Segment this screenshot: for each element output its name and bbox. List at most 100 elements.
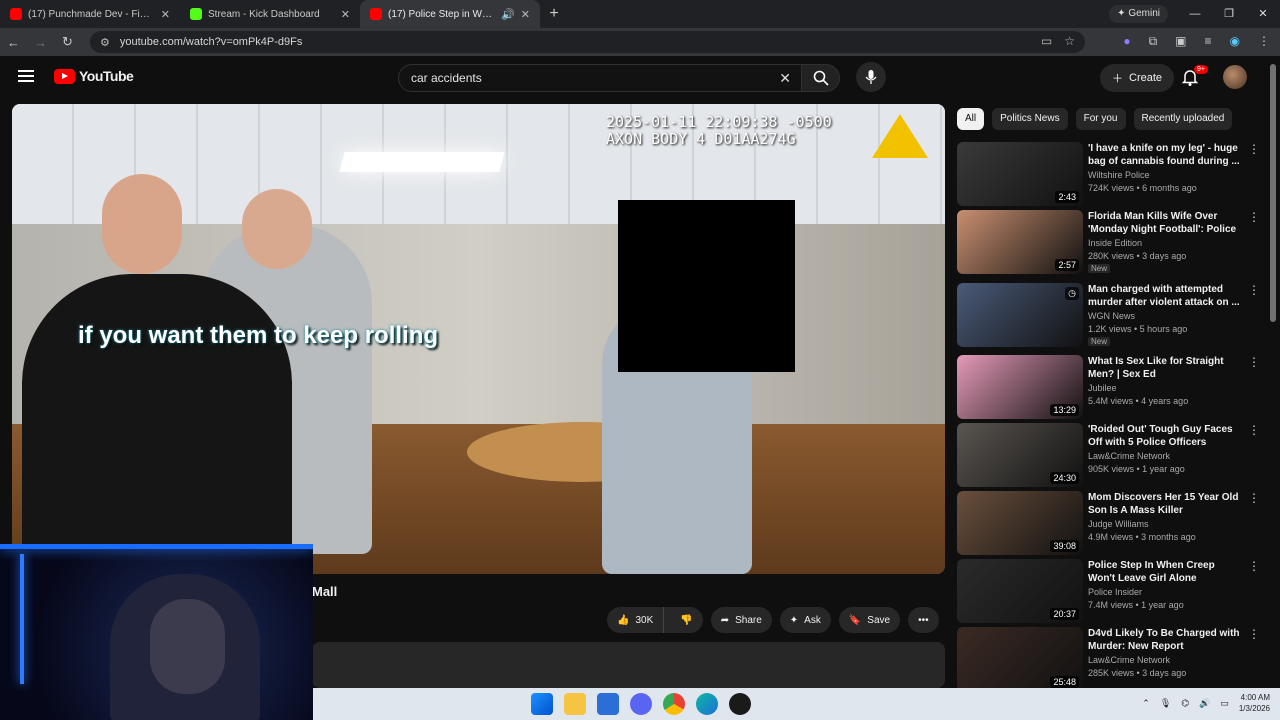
more-options-icon[interactable]: ⋮ <box>1248 142 1260 156</box>
close-tab-icon[interactable]: ✕ <box>341 8 350 21</box>
extension-icon[interactable]: ● <box>1123 34 1130 49</box>
like-button[interactable]: 👍 30K <box>607 607 665 633</box>
recommendation-item[interactable]: 39:08 Mom Discovers Her 15 Year Old Son I… <box>957 491 1262 555</box>
channel-name[interactable]: Law&Crime Network <box>1088 655 1170 665</box>
site-info-icon[interactable]: ⚙ <box>100 36 110 49</box>
recommendation-item[interactable]: 13:29 What Is Sex Like for Straight Men? … <box>957 355 1262 419</box>
channel-name[interactable]: Judge Williams <box>1088 519 1149 529</box>
discord-icon[interactable] <box>630 693 652 715</box>
address-bar[interactable]: ⚙ youtube.com/watch?v=omPk4P-d9Fs ▭ ☆ <box>90 31 1085 53</box>
video-thumbnail[interactable]: 25:48 <box>957 627 1083 691</box>
chip-for-you[interactable]: For you <box>1075 108 1126 130</box>
close-tab-icon[interactable]: ✕ <box>161 8 170 21</box>
clock[interactable]: 4:00 AM 1/3/2026 <box>1239 692 1270 714</box>
wifi-icon[interactable]: ⌬ <box>1181 698 1189 709</box>
close-tab-icon[interactable]: ✕ <box>521 8 530 21</box>
recommendation-title[interactable]: Police Step In When Creep Won't Leave Gi… <box>1088 559 1244 585</box>
recommendation-item[interactable]: 2:57 Florida Man Kills Wife Over 'Monday … <box>957 210 1262 274</box>
more-options-icon[interactable]: ⋮ <box>1248 627 1260 641</box>
account-avatar[interactable] <box>1223 65 1247 89</box>
browser-tab-kick[interactable]: Stream - Kick Dashboard ✕ <box>180 0 360 28</box>
ask-button[interactable]: ✦ Ask <box>779 607 831 633</box>
video-thumbnail[interactable]: 20:37 <box>957 559 1083 623</box>
browser-tab-police[interactable]: (17) Police Step in When Cr 🔊 ✕ <box>360 0 540 28</box>
youtube-logo[interactable]: YouTube <box>54 68 134 84</box>
puzzle-icon[interactable]: ⧉ <box>1149 34 1158 49</box>
cast-icon[interactable]: ▭ <box>1041 34 1052 48</box>
dislike-button[interactable]: 👎 <box>670 607 702 633</box>
watch-later-icon[interactable]: ◷ <box>1065 287 1079 300</box>
sidepanel-icon[interactable]: ▣ <box>1175 34 1186 49</box>
recommendation-item[interactable]: ◷ Man charged with attempted murder after… <box>957 283 1262 347</box>
file-explorer-icon[interactable] <box>564 693 586 715</box>
chip-politics-news[interactable]: Politics News <box>992 108 1068 130</box>
recommendation-title[interactable]: Florida Man Kills Wife Over 'Monday Nigh… <box>1088 210 1244 236</box>
more-options-icon[interactable]: ⋮ <box>1248 355 1260 369</box>
close-window-icon[interactable]: ✕ <box>1246 0 1280 28</box>
channel-name[interactable]: Law&Crime Network <box>1088 451 1170 461</box>
channel-name[interactable]: Jubilee <box>1088 383 1117 393</box>
recommendation-item[interactable]: 20:37 Police Step In When Creep Won't Lea… <box>957 559 1262 623</box>
more-options-icon[interactable]: ⋮ <box>1248 559 1260 573</box>
recommendation-title[interactable]: D4vd Likely To Be Charged with Murder: N… <box>1088 627 1244 653</box>
browser-tab-punchmade[interactable]: (17) Punchmade Dev - Financia ✕ <box>0 0 180 28</box>
video-thumbnail[interactable]: 39:08 <box>957 491 1083 555</box>
recommendation-title[interactable]: Man charged with attempted murder after … <box>1088 283 1244 309</box>
recommendation-title[interactable]: What Is Sex Like for Straight Men? | Sex… <box>1088 355 1244 381</box>
more-options-icon[interactable]: ⋮ <box>1248 423 1260 437</box>
video-thumbnail[interactable]: ◷ <box>957 283 1083 347</box>
hamburger-menu-icon[interactable] <box>18 70 34 82</box>
chip-all[interactable]: All <box>957 108 985 130</box>
video-player[interactable]: 2025-01-11 22:09:38 -0500 AXON BODY 4 D0… <box>12 104 945 574</box>
minimize-icon[interactable]: — <box>1178 0 1212 28</box>
start-icon[interactable] <box>531 693 553 715</box>
microphone-tray-icon[interactable]: 🎙 <box>1160 698 1171 709</box>
scrollbar[interactable] <box>1270 64 1276 322</box>
back-icon[interactable]: ← <box>0 35 27 50</box>
more-options-icon[interactable]: ⋮ <box>1248 491 1260 505</box>
more-actions-button[interactable]: ••• <box>908 607 939 633</box>
create-button[interactable]: ＋ Create <box>1100 64 1175 92</box>
channel-name[interactable]: Inside Edition <box>1088 238 1142 248</box>
profile-icon[interactable]: ◉ <box>1230 34 1240 49</box>
video-thumbnail[interactable]: 2:57 <box>957 210 1083 274</box>
channel-name[interactable]: Police Insider <box>1088 587 1142 597</box>
new-tab-button[interactable]: + <box>540 5 568 23</box>
recommendation-title[interactable]: 'I have a knife on my leg' - huge bag of… <box>1088 142 1244 168</box>
video-thumbnail[interactable]: 13:29 <box>957 355 1083 419</box>
voice-search-button[interactable] <box>856 62 886 92</box>
media-icon[interactable]: ≡ <box>1205 34 1212 49</box>
volume-icon[interactable]: 🔊 <box>1199 698 1210 709</box>
forward-icon[interactable]: → <box>27 35 54 50</box>
restore-icon[interactable]: ❐ <box>1212 0 1246 28</box>
search-button[interactable] <box>802 64 840 92</box>
chip-recently-uploaded[interactable]: Recently uploaded <box>1133 108 1233 130</box>
video-thumbnail[interactable]: 24:30 <box>957 423 1083 487</box>
gemini-button[interactable]: ✦ Gemini <box>1109 5 1168 23</box>
chrome-icon[interactable] <box>663 693 685 715</box>
chevron-up-icon[interactable]: ⌃ <box>1142 698 1150 709</box>
battery-icon[interactable]: ▭ <box>1220 698 1229 709</box>
save-button[interactable]: 🔖 Save <box>838 607 901 633</box>
edge-icon[interactable] <box>696 693 718 715</box>
share-button[interactable]: ➦ Share <box>710 607 772 633</box>
video-thumbnail[interactable]: 2:43 <box>957 142 1083 206</box>
recommendation-title[interactable]: 'Roided Out' Tough Guy Faces Off with 5 … <box>1088 423 1244 449</box>
reload-icon[interactable]: ↻ <box>54 34 81 50</box>
store-icon[interactable] <box>597 693 619 715</box>
menu-icon[interactable]: ⋮ <box>1258 34 1270 49</box>
bookmark-star-icon[interactable]: ☆ <box>1064 34 1075 48</box>
description-box[interactable] <box>312 642 945 688</box>
channel-name[interactable]: WGN News <box>1088 311 1135 321</box>
recommendation-title[interactable]: Mom Discovers Her 15 Year Old Son Is A M… <box>1088 491 1244 517</box>
more-options-icon[interactable]: ⋮ <box>1248 283 1260 297</box>
more-options-icon[interactable]: ⋮ <box>1248 210 1260 224</box>
app-icon[interactable] <box>729 693 751 715</box>
recommendation-item[interactable]: 25:48 D4vd Likely To Be Charged with Murd… <box>957 627 1262 691</box>
clear-search-icon[interactable]: ✕ <box>779 70 791 87</box>
recommendation-item[interactable]: 2:43 'I have a knife on my leg' - huge ba… <box>957 142 1262 206</box>
audio-icon[interactable]: 🔊 <box>501 8 515 21</box>
channel-name[interactable]: Wiltshire Police <box>1088 170 1150 180</box>
recommendation-item[interactable]: 24:30 'Roided Out' Tough Guy Faces Off wi… <box>957 423 1262 487</box>
search-input[interactable]: car accidents ✕ <box>398 64 802 92</box>
